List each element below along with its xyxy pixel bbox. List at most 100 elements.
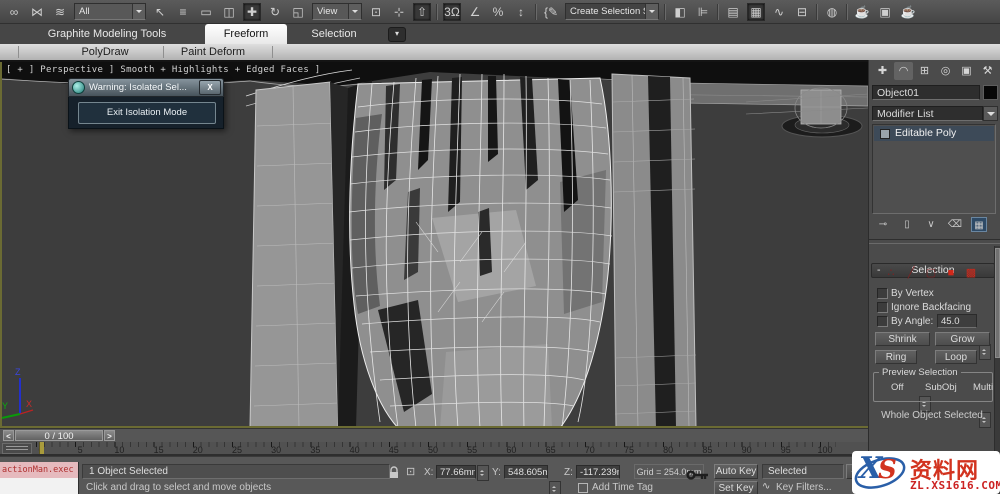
schematic-view-icon[interactable]: ⊟ [793,3,811,21]
select-and-rotate-icon[interactable]: ↻ [266,3,284,21]
tab-create[interactable]: ✚ [873,62,892,80]
modifier-list-dropdown[interactable]: Modifier List [872,106,983,121]
angle-snap-icon[interactable]: ∠ [466,3,484,21]
dialog-title-bar[interactable]: Warning: Isolated Sel... X [68,78,224,97]
chevron-down-icon[interactable] [132,4,145,19]
tab-display[interactable]: ▣ [957,62,976,80]
shrink-button[interactable]: Shrink [875,332,930,346]
x-coord-field[interactable]: 77.66mm [436,465,476,479]
percent-snap-icon[interactable]: % [489,3,507,21]
timeline-ruler[interactable]: 0510152025303540455055606570758085909510… [0,442,868,456]
absolute-mode-icon[interactable]: ⊡ [406,465,415,478]
scrollbar-thumb[interactable] [995,248,1000,358]
render-production-icon[interactable]: ☕ [899,3,917,21]
manage-layers-icon[interactable]: ▤ [724,3,742,21]
z-coord-field[interactable]: -117.239mm [576,465,620,479]
stack-item-editable-poly[interactable]: Editable Poly [874,126,994,141]
maxscript-mini-listener[interactable]: actionMan.exec [0,462,79,494]
snaps-toggle-3d-icon[interactable]: 3Ω [443,2,461,21]
subobject-polygon-icon[interactable]: ■ [943,266,959,281]
select-object-icon[interactable]: ↖ [151,3,169,21]
close-icon[interactable]: X [199,80,221,95]
next-frame-button[interactable]: > [104,430,115,441]
ring-button[interactable]: Ring [875,350,917,364]
tab-paint-deform[interactable]: Paint Deform [158,44,268,60]
named-selection-sets-value: Create Selection Se [570,6,645,17]
previous-frame-button[interactable]: < [3,430,14,441]
tab-freeform[interactable]: Freeform [205,24,287,44]
select-and-move-icon[interactable]: ✚ [243,2,261,21]
align-icon[interactable]: ⊫ [694,3,712,21]
subobject-vertex-icon[interactable]: ∴ [883,266,899,281]
render-setup-icon[interactable]: ☕ [853,3,871,21]
rendered-frame-window-icon[interactable]: ▣ [876,3,894,21]
x-coord-spinner[interactable] [477,465,489,481]
by-angle-checkbox[interactable] [877,316,888,327]
tab-graphite-modeling-tools[interactable]: Graphite Modeling Tools [14,24,200,44]
select-and-manipulate-icon[interactable]: ⊹ [390,3,408,21]
key-filters-button[interactable]: Key Filters... [776,482,832,493]
y-coord-spinner[interactable] [549,481,561,494]
tab-modify[interactable]: ◠ [894,62,913,80]
select-and-link-icon[interactable]: ∞ [5,3,23,21]
grow-button[interactable]: Grow [935,332,990,346]
tab-selection[interactable]: Selection [296,24,372,44]
reference-coordinate-system-dropdown[interactable]: View [312,3,362,20]
object-color-swatch[interactable] [983,85,998,100]
loop-button[interactable]: Loop [935,350,977,364]
unlink-selection-icon[interactable]: ⋈ [28,3,46,21]
time-slider-handle[interactable]: 0 / 100 [15,430,103,442]
tab-hierarchy[interactable]: ⊞ [915,62,934,80]
modifier-stack[interactable]: Editable Poly [872,124,996,214]
configure-modifier-sets-icon[interactable]: ▦ [971,217,987,232]
listener-macro-line[interactable]: actionMan.exec [0,462,78,478]
add-time-tag[interactable]: Add Time Tag [592,482,653,493]
by-angle-spinner[interactable] [979,344,991,360]
by-angle-field[interactable]: 45.0 [937,314,977,328]
make-unique-icon[interactable]: ∨ [923,217,939,232]
set-key-button[interactable]: Set Key [714,481,758,494]
select-by-name-icon[interactable]: ≡ [174,3,192,21]
bind-to-space-warp-icon[interactable]: ≋ [51,3,69,21]
spinner-snap-icon[interactable]: ↕ [512,3,530,21]
remove-modifier-icon[interactable]: ⌫ [947,217,963,232]
named-selection-sets-dropdown[interactable]: Create Selection Se [565,3,659,20]
y-coord-field[interactable]: 548.605mm [504,465,548,479]
viewport-label[interactable]: [ + ] Perspective ] Smooth + Highlights … [6,65,321,75]
minimize-ribbon-button[interactable]: ▾ [388,27,406,42]
chevron-down-icon[interactable] [645,4,658,19]
edit-named-selection-sets-icon[interactable]: {✎ [542,3,560,21]
window-crossing-icon[interactable]: ◫ [220,3,238,21]
selection-filter-dropdown[interactable]: All [74,3,146,20]
tab-polydraw[interactable]: PolyDraw [50,44,160,60]
use-pivot-point-center-icon[interactable]: ⊡ [367,3,385,21]
by-vertex-checkbox[interactable] [877,288,888,299]
selection-lock-icon[interactable] [388,466,400,479]
graphite-modeling-toggle-icon[interactable]: ▦ [747,2,765,21]
selection-region-rectangular-icon[interactable]: ▭ [197,3,215,21]
auto-key-button[interactable]: Auto Key [714,464,758,479]
select-and-scale-icon[interactable]: ◱ [289,3,307,21]
subobject-border-icon[interactable]: ▢ [923,266,939,281]
chevron-down-icon[interactable] [348,4,361,19]
chevron-down-icon[interactable] [983,106,998,121]
current-frame-marker[interactable] [39,442,44,454]
show-end-result-icon[interactable]: ▯ [899,217,915,232]
set-key-mode-icon[interactable] [686,468,710,482]
key-filter-scope-dropdown[interactable]: Selected [762,464,844,479]
subobject-element-icon[interactable]: ▩ [963,266,979,281]
time-slider-track[interactable]: < 0 / 100 > [0,428,868,442]
ignore-backfacing-checkbox[interactable] [877,302,888,313]
exit-isolation-mode-button[interactable]: Exit Isolation Mode [78,102,216,124]
object-name-field[interactable]: Object01 [872,85,980,100]
tab-utilities[interactable]: ⚒ [978,62,997,80]
tab-motion[interactable]: ◎ [936,62,955,80]
pin-stack-icon[interactable]: ⊸ [875,217,891,232]
material-editor-icon[interactable]: ◍ [823,3,841,21]
curve-editor-icon[interactable]: ∿ [770,3,788,21]
subobject-edge-icon[interactable]: ╱ [903,266,919,281]
keyboard-shortcut-override-icon[interactable]: ⇧ [413,2,431,21]
listener-script-line[interactable] [0,478,78,494]
key-curve-icon[interactable]: ∿ [762,481,770,492]
mirror-icon[interactable]: ◧ [671,3,689,21]
